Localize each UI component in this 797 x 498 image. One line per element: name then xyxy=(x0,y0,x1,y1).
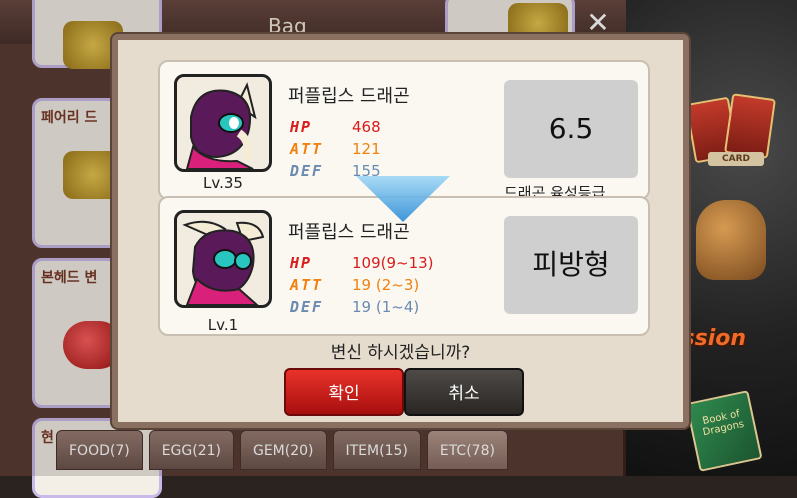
cancel-button[interactable]: 취소 xyxy=(404,368,524,416)
def-value: 19 (1~4) xyxy=(352,298,420,316)
dragon-level: Lv.35 xyxy=(203,174,243,192)
stat-hp: HP 468 xyxy=(290,118,381,138)
def-label: DEF xyxy=(290,298,324,316)
att-label: ATT xyxy=(290,140,324,158)
att-value: 121 xyxy=(352,140,381,158)
att-label: ATT xyxy=(290,276,324,294)
stat-att: ATT 121 xyxy=(290,140,381,160)
hp-value: 109(9~13) xyxy=(352,254,434,272)
dragon-portrait xyxy=(174,210,272,308)
dragon-name: 퍼플립스 드래곤 xyxy=(288,86,410,107)
type-box: 피방형 xyxy=(504,216,638,314)
card-label: CARD xyxy=(708,152,764,166)
backpack-icon[interactable] xyxy=(696,200,766,280)
hp-label: HP xyxy=(290,118,313,136)
down-arrow-icon xyxy=(356,176,450,222)
dragon-level: Lv.1 xyxy=(207,316,239,334)
hp-value: 468 xyxy=(352,118,381,136)
att-value: 19 (2~3) xyxy=(352,276,420,294)
stat-att: ATT 19 (2~3) xyxy=(290,276,419,296)
card-icon[interactable] xyxy=(724,93,776,159)
confirm-button[interactable]: 확인 xyxy=(284,368,404,416)
stat-def: DEF 19 (1~4) xyxy=(290,298,419,318)
grade-box: 6.5 xyxy=(504,80,638,178)
confirm-question: 변신 하시겠습니까? xyxy=(330,343,471,363)
transform-dialog: Lv.35 퍼플립스 드래곤 HP 468 ATT 121 DEF 155 6.… xyxy=(112,34,689,428)
stat-hp: HP 109(9~13) xyxy=(290,254,434,274)
book-icon[interactable]: Book of Dragons xyxy=(685,390,763,472)
hp-label: HP xyxy=(290,254,313,272)
dragon-portrait xyxy=(174,74,272,172)
def-label: DEF xyxy=(290,162,324,180)
